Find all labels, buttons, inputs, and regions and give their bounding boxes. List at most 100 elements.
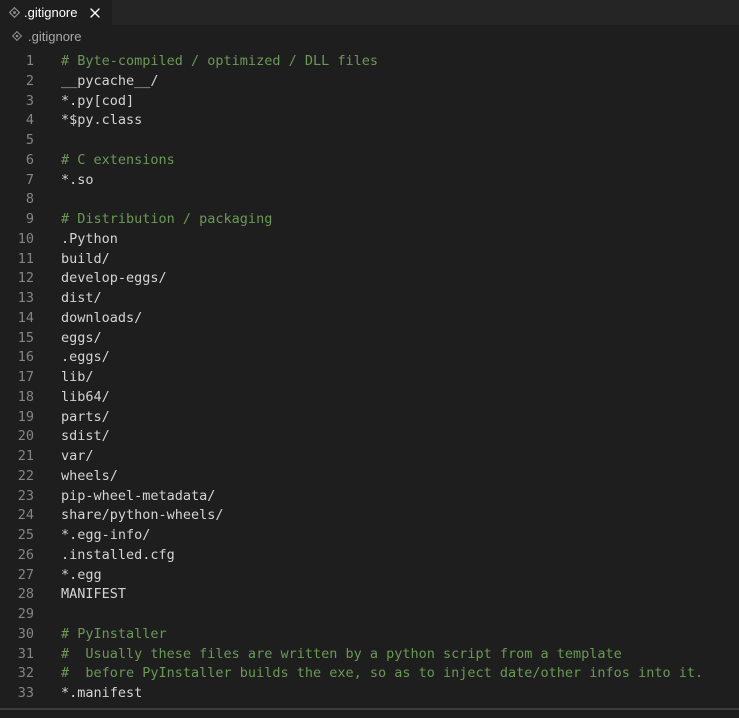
code-comment[interactable]: # PyInstaller bbox=[61, 625, 167, 645]
code-line[interactable]: 16 .eggs/ bbox=[0, 348, 739, 368]
code-line[interactable]: 5 bbox=[0, 131, 739, 151]
line-number: 10 bbox=[17, 230, 34, 247]
code-line[interactable]: 30 # PyInstaller bbox=[0, 625, 739, 645]
tab-bar: .gitignore bbox=[0, 0, 739, 25]
code-line[interactable]: 29 bbox=[0, 605, 739, 625]
line-number: 14 bbox=[17, 309, 34, 326]
code-line[interactable]: 15 eggs/ bbox=[0, 329, 739, 349]
line-number: 16 bbox=[17, 349, 34, 366]
gitignore-file-icon bbox=[12, 31, 22, 41]
line-number: 1 bbox=[25, 53, 34, 69]
code-line[interactable]: 17 lib/ bbox=[0, 368, 739, 388]
tab-label: .gitignore bbox=[24, 5, 78, 20]
code-text[interactable]: build/ bbox=[61, 250, 110, 270]
line-number: 33 bbox=[17, 685, 34, 701]
code-line[interactable]: 13 dist/ bbox=[0, 289, 739, 309]
code-line[interactable]: 3 *.py[cod] bbox=[0, 92, 739, 112]
code-text[interactable]: parts/ bbox=[61, 408, 110, 428]
line-number: 23 bbox=[17, 487, 34, 504]
code-text[interactable]: lib64/ bbox=[61, 388, 110, 408]
line-number: 26 bbox=[17, 546, 34, 563]
line-number: 13 bbox=[17, 290, 34, 306]
code-line[interactable]: 6 # C extensions bbox=[0, 151, 739, 171]
code-line[interactable]: 2 __pycache__/ bbox=[0, 72, 739, 92]
code-line[interactable]: 20 sdist/ bbox=[0, 427, 739, 447]
code-text[interactable]: .eggs/ bbox=[61, 348, 110, 368]
code-line[interactable]: 11 build/ bbox=[0, 250, 739, 270]
code-line[interactable]: 9 # Distribution / packaging bbox=[0, 210, 739, 230]
code-text[interactable]: var/ bbox=[61, 447, 94, 467]
breadcrumb-label[interactable]: .gitignore bbox=[28, 29, 81, 44]
line-number: 19 bbox=[17, 408, 34, 425]
code-line[interactable]: 26 .installed.cfg bbox=[0, 546, 739, 566]
code-text[interactable]: .installed.cfg bbox=[61, 546, 175, 566]
code-text[interactable]: *.egg-info/ bbox=[61, 526, 150, 546]
code-line[interactable]: 10 .Python bbox=[0, 230, 739, 250]
close-icon[interactable] bbox=[87, 5, 103, 21]
code-line[interactable]: 23 pip-wheel-metadata/ bbox=[0, 487, 739, 507]
code-comment[interactable]: # C extensions bbox=[61, 151, 175, 171]
code-comment[interactable]: # before PyInstaller builds the exe, so … bbox=[61, 664, 703, 684]
code-line[interactable]: 18 lib64/ bbox=[0, 388, 739, 408]
line-number: 31 bbox=[17, 645, 34, 662]
code-text[interactable]: lib/ bbox=[61, 368, 94, 388]
line-number: 21 bbox=[17, 448, 34, 464]
code-line[interactable]: 32 # before PyInstaller builds the exe, s… bbox=[0, 664, 739, 684]
line-number: 6 bbox=[25, 151, 34, 168]
code-line[interactable]: 24 share/python-wheels/ bbox=[0, 506, 739, 526]
code-text[interactable]: downloads/ bbox=[61, 309, 142, 329]
code-line[interactable]: 25 *.egg-info/ bbox=[0, 526, 739, 546]
tab-gitignore[interactable]: .gitignore bbox=[0, 0, 112, 25]
code-line[interactable]: 8 bbox=[0, 190, 739, 210]
horizontal-scrollbar[interactable] bbox=[0, 708, 739, 710]
code-line[interactable]: 1 # Byte-compiled / optimized / DLL files bbox=[0, 52, 739, 72]
line-number: 12 bbox=[17, 270, 34, 287]
code-text[interactable]: __pycache__/ bbox=[61, 72, 159, 92]
breadcrumb[interactable]: .gitignore bbox=[0, 25, 739, 47]
code-line[interactable]: 21 var/ bbox=[0, 447, 739, 467]
code-comment[interactable]: # Byte-compiled / optimized / DLL files bbox=[61, 52, 378, 72]
line-number: 25 bbox=[17, 527, 34, 543]
editor-window: .gitignore .gitignore 1 # Byte-compiled /… bbox=[0, 0, 739, 718]
code-line[interactable]: 33 *.manifest bbox=[0, 684, 739, 704]
code-line[interactable]: 28 MANIFEST bbox=[0, 585, 739, 605]
code-line[interactable]: 4 *$py.class bbox=[0, 111, 739, 131]
code-line[interactable]: 22 wheels/ bbox=[0, 467, 739, 487]
line-number: 22 bbox=[17, 467, 34, 484]
code-editor[interactable]: 1 # Byte-compiled / optimized / DLL files… bbox=[0, 52, 739, 706]
code-text[interactable]: *$py.class bbox=[61, 111, 142, 131]
code-line[interactable]: 7 *.so bbox=[0, 171, 739, 191]
code-line[interactable]: 27 *.egg bbox=[0, 566, 739, 586]
code-text[interactable]: wheels/ bbox=[61, 467, 118, 487]
line-number: 7 bbox=[25, 171, 34, 188]
line-number: 32 bbox=[17, 665, 34, 682]
code-comment[interactable]: # Distribution / packaging bbox=[61, 210, 272, 230]
code-line[interactable]: 12 develop-eggs/ bbox=[0, 269, 739, 289]
line-number: 28 bbox=[17, 586, 34, 603]
code-text[interactable]: pip-wheel-metadata/ bbox=[61, 487, 215, 507]
code-text[interactable]: *.py[cod] bbox=[61, 92, 134, 112]
line-number: 29 bbox=[17, 606, 34, 622]
code-line[interactable]: 19 parts/ bbox=[0, 408, 739, 428]
code-text[interactable]: sdist/ bbox=[61, 427, 110, 447]
line-number: 8 bbox=[25, 191, 34, 208]
line-number: 27 bbox=[17, 566, 34, 583]
code-text[interactable]: develop-eggs/ bbox=[61, 269, 167, 289]
code-text[interactable]: MANIFEST bbox=[61, 585, 126, 605]
code-text[interactable]: .Python bbox=[61, 230, 118, 250]
code-text[interactable]: *.so bbox=[61, 171, 94, 191]
code-line[interactable]: 31 # Usually these files are written by a… bbox=[0, 645, 739, 665]
line-number: 20 bbox=[17, 428, 34, 445]
line-number: 5 bbox=[25, 132, 34, 148]
code-text[interactable]: dist/ bbox=[61, 289, 102, 309]
code-line[interactable]: 14 downloads/ bbox=[0, 309, 739, 329]
line-number: 9 bbox=[25, 211, 34, 227]
line-number: 2 bbox=[25, 72, 34, 89]
code-text[interactable]: *.manifest bbox=[61, 684, 142, 704]
code-text[interactable]: eggs/ bbox=[61, 329, 102, 349]
code-text[interactable]: share/python-wheels/ bbox=[61, 506, 224, 526]
code-text[interactable]: *.egg bbox=[61, 566, 102, 586]
gitignore-file-icon bbox=[8, 7, 20, 19]
line-number: 18 bbox=[17, 388, 34, 405]
code-comment[interactable]: # Usually these files are written by a p… bbox=[61, 645, 622, 665]
